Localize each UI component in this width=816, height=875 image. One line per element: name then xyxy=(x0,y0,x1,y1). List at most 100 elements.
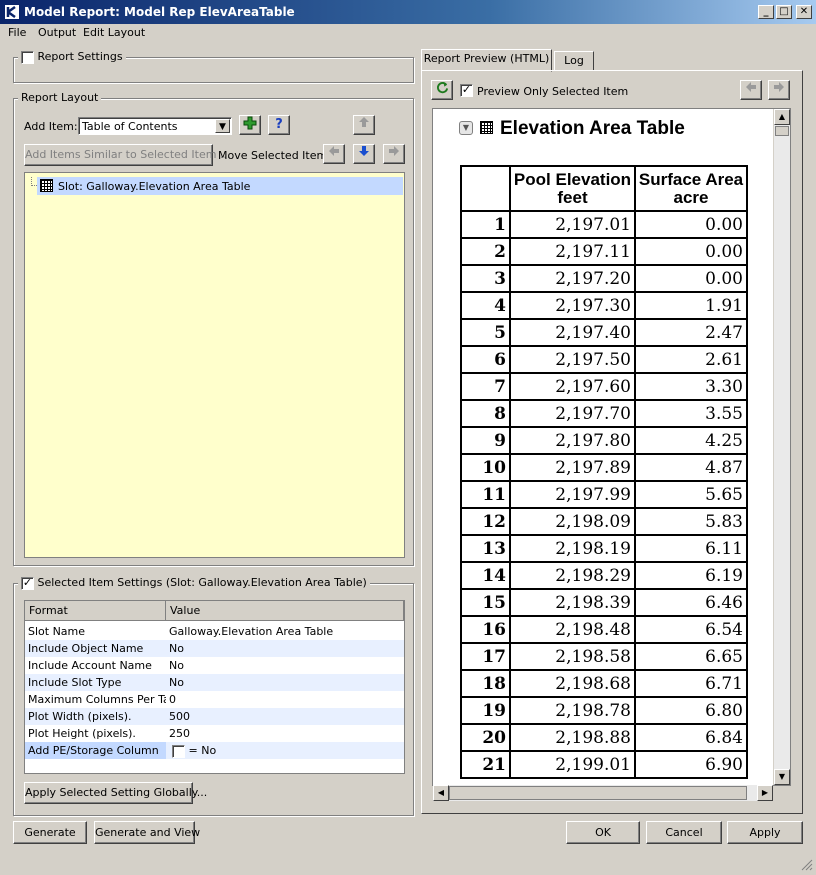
pool-elevation-cell: 2,198.88 xyxy=(509,723,636,752)
tab-log[interactable]: Log xyxy=(554,51,594,71)
pool-elevation-cell: 2,198.48 xyxy=(509,615,636,644)
menu-file[interactable]: File xyxy=(8,26,26,39)
surface-area-cell: 4.87 xyxy=(634,453,748,482)
cancel-button[interactable]: Cancel xyxy=(646,821,722,844)
help-button[interactable]: ? xyxy=(268,115,290,135)
maximize-button[interactable]: □ xyxy=(776,5,792,19)
close-button[interactable]: ✕ xyxy=(796,5,812,19)
arrow-down-icon xyxy=(359,146,369,156)
report-preview[interactable]: ▼ Elevation Area Table Pool Elevation fee… xyxy=(432,108,791,786)
help-icon: ? xyxy=(275,117,283,132)
column-header-value[interactable]: Value xyxy=(166,601,404,621)
pool-elevation-cell: 2,197.70 xyxy=(509,399,636,428)
settings-row[interactable]: Include Account Name No xyxy=(25,657,404,674)
setting-value[interactable]: 500 xyxy=(166,708,404,725)
pool-elevation-cell: 2,198.78 xyxy=(509,696,636,725)
surface-area-cell: 6.46 xyxy=(634,588,748,617)
add-item-combo[interactable]: Table of Contents ▼ xyxy=(78,117,232,135)
settings-row[interactable]: Plot Height (pixels). 250 xyxy=(25,725,404,742)
scroll-thumb[interactable] xyxy=(449,786,747,800)
apply-button[interactable]: Apply xyxy=(727,821,803,844)
table-row: 13 2,198.19 6.11 xyxy=(460,534,748,563)
header-unit: feet xyxy=(557,187,588,207)
report-settings-checkbox[interactable] xyxy=(21,50,34,64)
ok-button[interactable]: OK xyxy=(566,821,640,844)
refresh-icon xyxy=(436,81,448,94)
move-down-button[interactable] xyxy=(353,144,375,164)
table-row: 3 2,197.20 0.00 xyxy=(460,264,748,293)
scroll-right-icon[interactable]: ▶ xyxy=(757,785,773,801)
generate-button[interactable]: Generate xyxy=(13,821,87,844)
pool-elevation-cell: 2,198.39 xyxy=(509,588,636,617)
row-index: 14 xyxy=(460,561,511,590)
selected-settings-checkbox[interactable]: ✓ xyxy=(21,576,34,590)
surface-area-cell: 6.65 xyxy=(634,642,748,671)
row-index: 12 xyxy=(460,507,511,536)
arrow-right-icon xyxy=(774,82,784,92)
settings-row[interactable]: Slot Name Galloway.Elevation Area Table xyxy=(25,623,404,640)
move-left-button[interactable] xyxy=(323,144,345,164)
setting-value[interactable]: 0 xyxy=(166,691,404,708)
add-pe-storage-checkbox[interactable] xyxy=(172,744,185,758)
scroll-left-icon[interactable]: ◀ xyxy=(433,785,449,801)
setting-value[interactable]: 250 xyxy=(166,725,404,742)
resize-grip-icon[interactable] xyxy=(800,858,813,871)
apply-globally-button[interactable]: Apply Selected Setting Globally... xyxy=(24,782,207,804)
pool-elevation-cell: 2,197.99 xyxy=(509,480,636,509)
move-up-button[interactable] xyxy=(353,115,375,135)
generate-and-view-button[interactable]: Generate and View xyxy=(94,821,200,844)
chevron-down-icon[interactable]: ▼ xyxy=(215,119,230,133)
preview-only-selected-checkbox[interactable]: ✓ xyxy=(460,84,473,97)
add-similar-items-button[interactable]: Add Items Similar to Selected Item ... xyxy=(24,144,230,166)
menu-edit-layout[interactable]: Edit Layout xyxy=(83,26,145,39)
settings-row[interactable]: Plot Width (pixels). 500 xyxy=(25,708,404,725)
setting-value-cell[interactable]: = No xyxy=(166,742,404,759)
column-header-format[interactable]: Format xyxy=(25,601,166,621)
tab-report-preview[interactable]: Report Preview (HTML) xyxy=(421,49,552,72)
preview-vertical-scrollbar[interactable]: ▲ ▼ xyxy=(773,109,790,785)
collapse-icon[interactable]: ▼ xyxy=(459,121,473,135)
setting-name: Include Object Name xyxy=(28,642,144,655)
settings-row[interactable]: Add PE/Storage Column = No xyxy=(25,742,404,759)
tree-item-elevation-area-table[interactable]: Slot: Galloway.Elevation Area Table xyxy=(37,177,403,195)
table-row: 14 2,198.29 6.19 xyxy=(460,561,748,590)
settings-row[interactable]: Maximum Columns Per Table 0 xyxy=(25,691,404,708)
preview-only-selected-label: Preview Only Selected Item xyxy=(477,85,629,98)
report-layout-tree[interactable]: Slot: Galloway.Elevation Area Table xyxy=(24,172,405,558)
pool-elevation-cell: 2,197.60 xyxy=(509,372,636,401)
settings-row[interactable]: Include Object Name No xyxy=(25,640,404,657)
add-item-button[interactable] xyxy=(239,115,261,135)
refresh-button[interactable] xyxy=(431,80,453,100)
move-right-button[interactable] xyxy=(383,144,405,164)
arrow-up-icon xyxy=(359,117,369,127)
table-row: 1 2,197.01 0.00 xyxy=(460,210,748,239)
scroll-up-icon[interactable]: ▲ xyxy=(774,109,790,125)
table-header-row: Pool Elevation feet Surface Area acre xyxy=(460,165,748,212)
preview-back-button[interactable] xyxy=(740,80,762,100)
title-bar: Model Report: Model Rep ElevAreaTable _ … xyxy=(0,0,816,24)
setting-value[interactable]: No xyxy=(166,657,404,674)
row-index: 19 xyxy=(460,696,511,725)
setting-value[interactable]: Galloway.Elevation Area Table xyxy=(166,623,404,640)
row-index: 2 xyxy=(460,237,511,266)
table-row: 15 2,198.39 6.46 xyxy=(460,588,748,617)
setting-value[interactable]: No xyxy=(166,674,404,691)
elevation-area-table: Pool Elevation feet Surface Area acre 1 2,1… xyxy=(460,165,748,779)
header-text: Pool Elevation xyxy=(513,169,632,189)
table-row: 11 2,197.99 5.65 xyxy=(460,480,748,509)
scroll-down-icon[interactable]: ▼ xyxy=(774,769,790,785)
row-index: 18 xyxy=(460,669,511,698)
preview-horizontal-scrollbar[interactable]: ◀ ▶ xyxy=(433,785,773,801)
window-title: Model Report: Model Rep ElevAreaTable xyxy=(24,5,295,19)
settings-row[interactable]: Include Slot Type No xyxy=(25,674,404,691)
setting-value[interactable]: No xyxy=(166,640,404,657)
table-icon xyxy=(480,121,493,134)
table-row: 7 2,197.60 3.30 xyxy=(460,372,748,401)
scroll-thumb[interactable] xyxy=(775,126,789,136)
surface-area-cell: 6.71 xyxy=(634,669,748,698)
minimize-button[interactable]: _ xyxy=(758,5,774,19)
setting-name: Slot Name xyxy=(28,625,86,638)
preview-forward-button[interactable] xyxy=(768,80,790,100)
menu-output[interactable]: Output xyxy=(38,26,76,39)
surface-area-cell: 0.00 xyxy=(634,237,748,266)
